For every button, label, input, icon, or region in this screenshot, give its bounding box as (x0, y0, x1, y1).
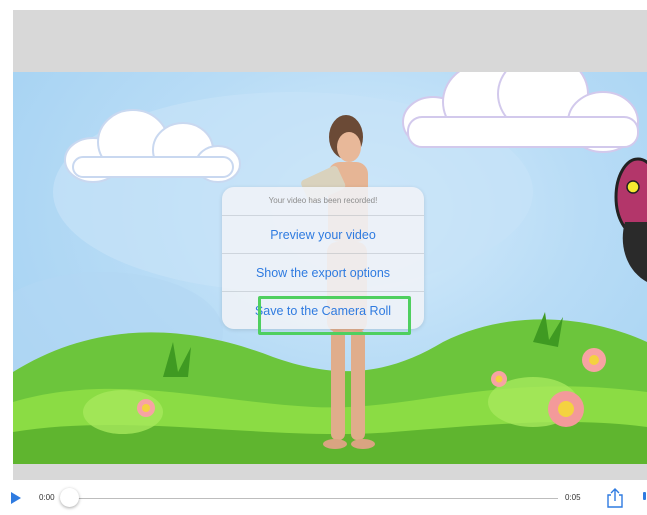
cloud-right (402, 72, 639, 153)
share-icon[interactable] (606, 488, 624, 508)
overflow-indicator (643, 492, 646, 500)
flower-3 (582, 348, 606, 372)
preview-video-button[interactable]: Preview your video (222, 215, 424, 254)
cartoon-character (614, 157, 647, 282)
play-icon[interactable] (11, 492, 21, 504)
duration-time: 0:05 (565, 493, 581, 502)
app-window: Your video has been recorded! Preview yo… (13, 10, 647, 515)
recorded-alert: Your video has been recorded! Preview yo… (222, 187, 424, 329)
save-camera-roll-button[interactable]: Save to the Camera Roll (222, 291, 424, 330)
current-time: 0:00 (39, 493, 55, 502)
flower-2 (491, 371, 507, 387)
video-preview: Your video has been recorded! Preview yo… (13, 72, 647, 464)
scrubber-track[interactable] (70, 498, 558, 499)
scrubber-thumb[interactable] (60, 488, 79, 507)
export-options-button[interactable]: Show the export options (222, 253, 424, 292)
flower-4 (548, 391, 584, 427)
alert-title: Your video has been recorded! (268, 196, 378, 205)
playback-controls: 0:00 0:05 (0, 480, 647, 515)
flower-1 (137, 399, 155, 417)
